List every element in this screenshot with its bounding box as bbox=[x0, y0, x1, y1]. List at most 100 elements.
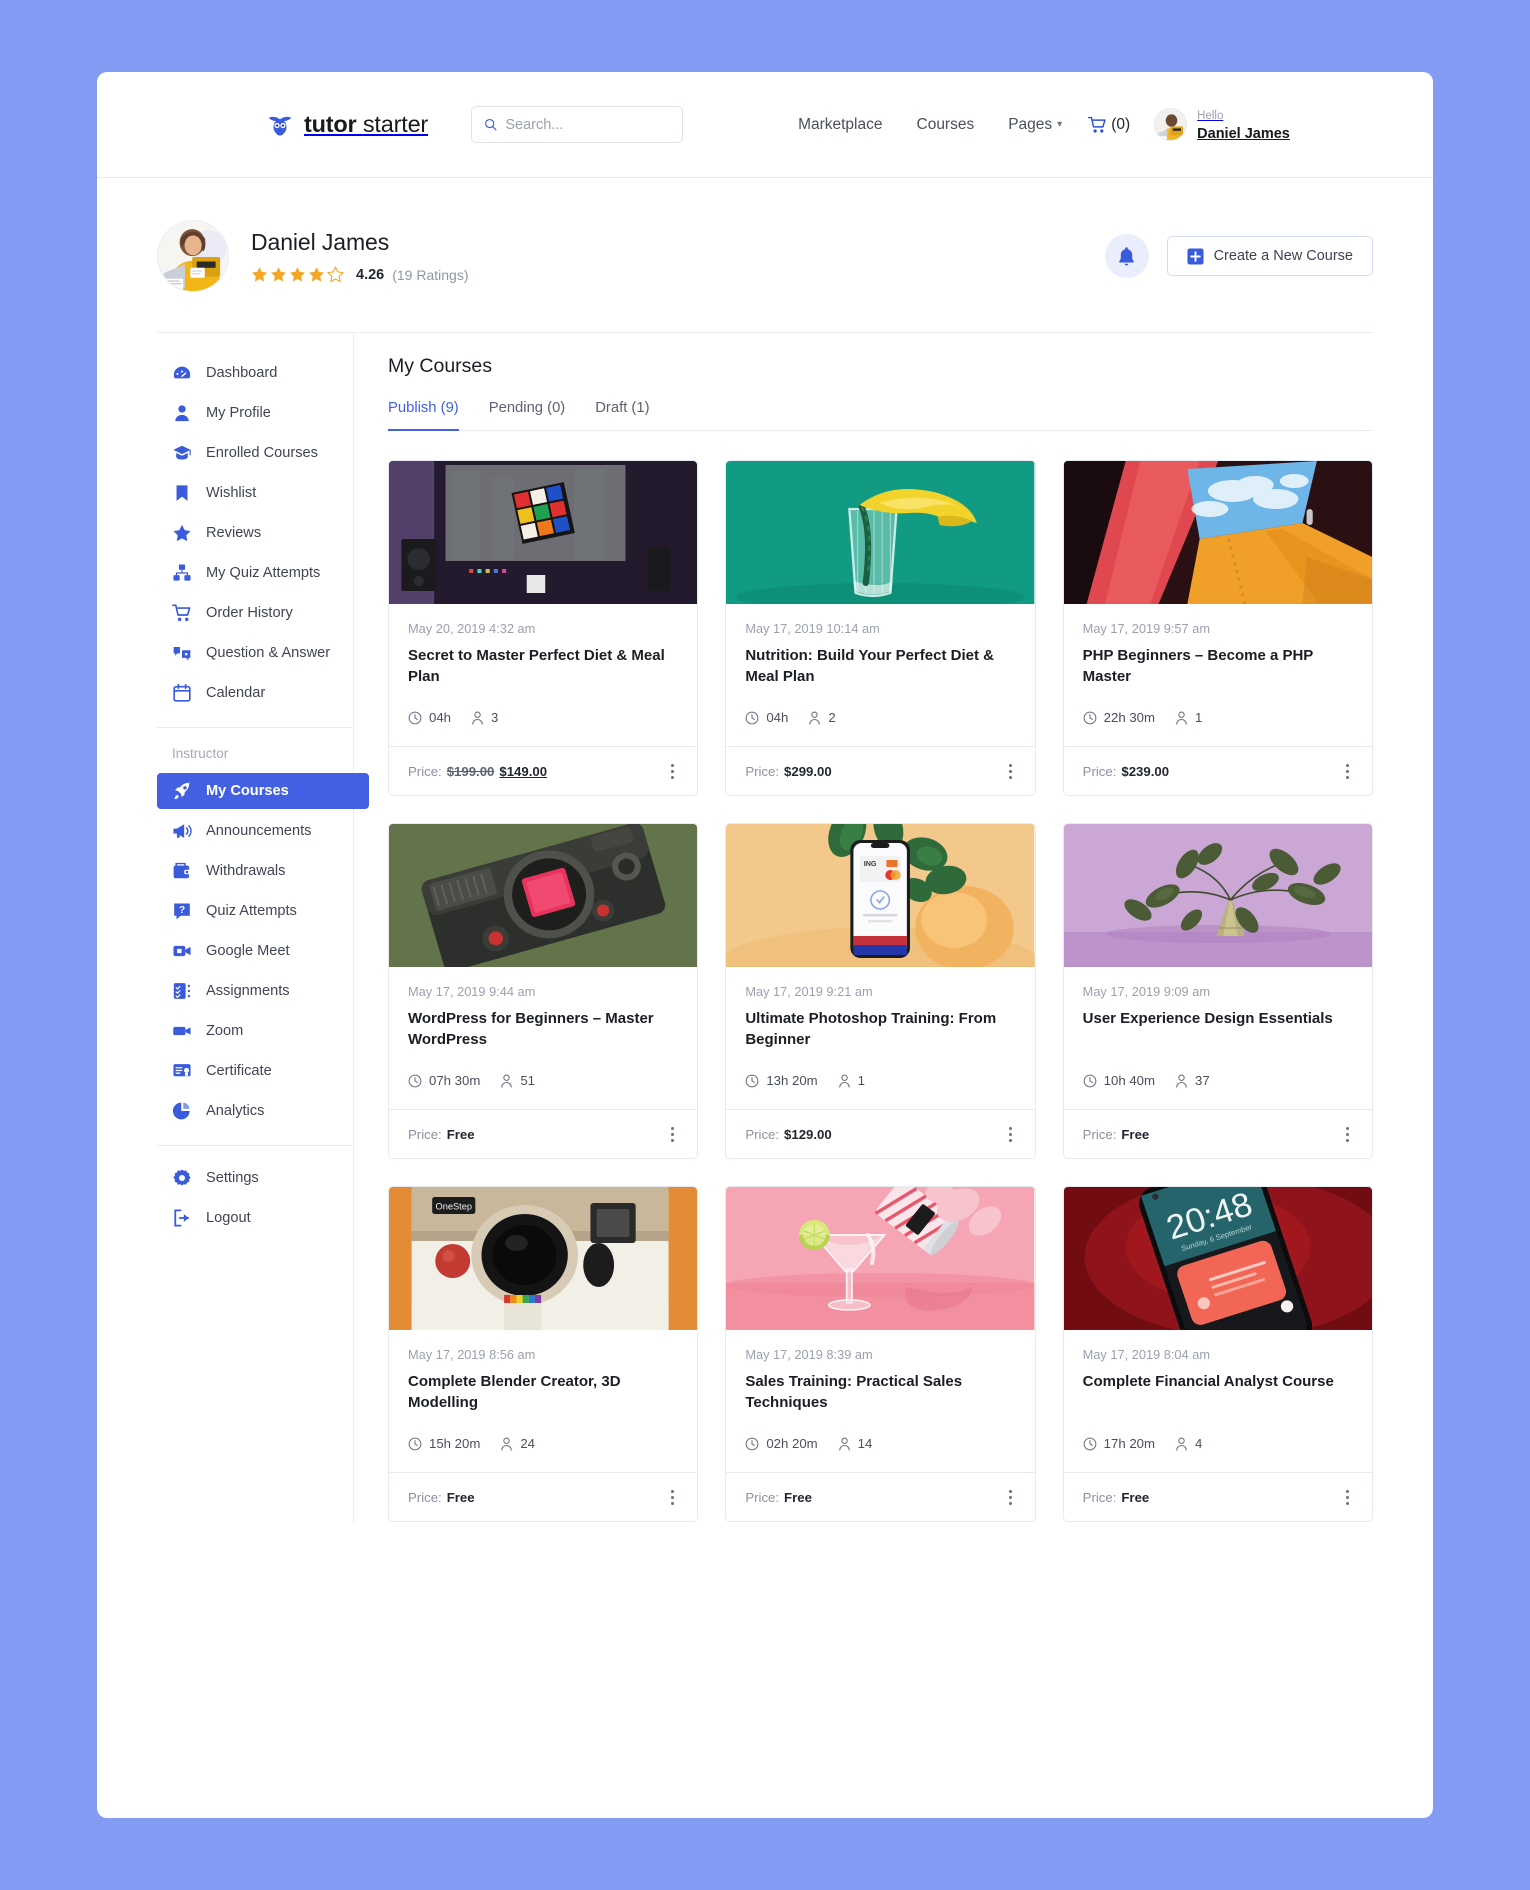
course-thumbnail[interactable]: ING bbox=[726, 824, 1035, 1007]
more-vertical-icon[interactable] bbox=[1342, 1484, 1353, 1511]
sidebar-item-enrolled-courses[interactable]: Enrolled Courses bbox=[157, 435, 353, 471]
course-thumbnail[interactable] bbox=[726, 461, 1035, 611]
price-label: Price: bbox=[745, 763, 780, 779]
course-status-tabs: Publish (9) Pending (0) Draft (1) bbox=[388, 400, 1373, 431]
course-thumbnail[interactable] bbox=[389, 824, 698, 971]
course-card[interactable]: May 17, 2019 9:09 am User Experience Desi… bbox=[1062, 823, 1373, 1159]
course-duration-text: 10h 40m bbox=[1103, 1073, 1155, 1088]
nav-pages[interactable]: Pages ▾ bbox=[1008, 116, 1062, 134]
price-value: $299.00 bbox=[784, 763, 832, 779]
more-vertical-icon[interactable] bbox=[1005, 1484, 1016, 1511]
sidebar-item-announcements[interactable]: Announcements bbox=[157, 813, 353, 849]
course-card[interactable]: OneStep May 17, 2019 8:56 am Complete Blen… bbox=[388, 1186, 699, 1522]
sidebar-item-order-history[interactable]: Order History bbox=[157, 595, 353, 631]
course-title[interactable]: Secret to Master Perfect Diet & Meal Pla… bbox=[408, 645, 678, 688]
star-icon-empty bbox=[327, 266, 344, 283]
course-thumbnail[interactable]: 20:48 Sunday, 6 September bbox=[1063, 1187, 1372, 1371]
sidebar-item-reviews[interactable]: Reviews bbox=[157, 515, 353, 551]
sidebar-item-logout[interactable]: Logout bbox=[157, 1200, 353, 1236]
course-thumbnail[interactable] bbox=[1063, 824, 1372, 967]
sidebar-item-dashboard[interactable]: Dashboard bbox=[157, 355, 353, 391]
course-date: May 20, 2019 4:32 am bbox=[408, 621, 536, 636]
course-card[interactable]: May 17, 2019 8:39 am Sales Training: Prac… bbox=[725, 1186, 1036, 1522]
quiz-grid-icon bbox=[173, 564, 191, 581]
tab-pending[interactable]: Pending (0) bbox=[489, 400, 566, 431]
course-thumbnail[interactable] bbox=[726, 1187, 1035, 1330]
course-title[interactable]: Ultimate Photoshop Training: From Beginn… bbox=[745, 1008, 1015, 1051]
brand-logo[interactable]: tutor starter bbox=[267, 111, 428, 138]
tab-draft[interactable]: Draft (1) bbox=[595, 400, 649, 431]
sidebar-item-question-answer[interactable]: Question & Answer bbox=[157, 635, 353, 671]
sidebar-label: Calendar bbox=[206, 685, 266, 701]
sidebar-item-quiz-attempts[interactable]: ? Quiz Attempts bbox=[157, 893, 353, 929]
course-student-count: 1 bbox=[857, 1073, 865, 1088]
course-title[interactable]: Nutrition: Build Your Perfect Diet & Mea… bbox=[745, 645, 1015, 688]
user-menu[interactable]: Hello Daniel James bbox=[1154, 106, 1290, 143]
course-duration: 10h 40m bbox=[1083, 1073, 1155, 1088]
course-card[interactable]: May 17, 2019 10:14 am Nutrition: Build Yo… bbox=[725, 460, 1036, 796]
sidebar-item-my-profile[interactable]: My Profile bbox=[157, 395, 353, 431]
course-meta: 22h 30m 1 bbox=[1083, 710, 1353, 725]
more-vertical-icon[interactable] bbox=[667, 758, 678, 785]
sidebar-item-certificate[interactable]: Certificate bbox=[157, 1053, 353, 1089]
course-card[interactable]: May 20, 2019 4:32 am Secret to Master Per… bbox=[388, 460, 699, 796]
profile-info: Daniel James 4.26 (19 Ratings) bbox=[251, 229, 469, 283]
course-title[interactable]: WordPress for Beginners – Master WordPre… bbox=[408, 1008, 678, 1051]
create-course-button[interactable]: Create a New Course bbox=[1166, 236, 1373, 276]
price-value: Free bbox=[446, 1489, 475, 1505]
star-rating bbox=[251, 266, 344, 283]
wallet-icon bbox=[173, 862, 191, 879]
course-title[interactable]: Complete Financial Analyst Course bbox=[1083, 1371, 1353, 1414]
nav-courses[interactable]: Courses bbox=[917, 116, 975, 134]
sidebar-item-zoom[interactable]: Zoom bbox=[157, 1013, 353, 1049]
more-vertical-icon[interactable] bbox=[1342, 1121, 1353, 1148]
sidebar-item-wishlist[interactable]: Wishlist bbox=[157, 475, 353, 511]
course-meta: 10h 40m 37 bbox=[1083, 1073, 1353, 1088]
course-card[interactable]: 20:48 Sunday, 6 September May 17, 2019 8:0… bbox=[1062, 1186, 1373, 1522]
sidebar-label: Quiz Attempts bbox=[206, 903, 297, 919]
course-price: Price: $299.00 bbox=[745, 764, 831, 779]
clock-icon bbox=[1083, 1437, 1097, 1450]
more-vertical-icon[interactable] bbox=[1005, 1121, 1016, 1148]
tab-publish[interactable]: Publish (9) bbox=[388, 400, 459, 431]
star-icon bbox=[173, 524, 191, 542]
sidebar-item-my-courses[interactable]: My Courses bbox=[157, 773, 369, 809]
cart-count: (0) bbox=[1111, 115, 1131, 133]
course-thumbnail[interactable] bbox=[1063, 461, 1372, 605]
nav-marketplace[interactable]: Marketplace bbox=[798, 116, 882, 134]
course-title[interactable]: User Experience Design Essentials bbox=[1083, 1008, 1353, 1051]
sidebar-item-assignments[interactable]: Assignments bbox=[157, 973, 353, 1009]
sidebar-item-calendar[interactable]: Calendar bbox=[157, 675, 353, 711]
course-thumbnail[interactable] bbox=[389, 461, 698, 604]
sidebar-item-settings[interactable]: Settings bbox=[157, 1160, 353, 1196]
cart-button[interactable]: (0) bbox=[1088, 116, 1130, 134]
more-vertical-icon[interactable] bbox=[667, 1484, 678, 1511]
more-vertical-icon[interactable] bbox=[667, 1121, 678, 1148]
price-value: $239.00 bbox=[1121, 763, 1170, 779]
course-students: 14 bbox=[838, 1436, 873, 1451]
course-card[interactable]: ING May 17, 2019 9:21 am Ultimate Photosho… bbox=[725, 823, 1036, 1159]
sidebar-item-google-meet[interactable]: Google Meet bbox=[157, 933, 353, 969]
sidebar-item-withdrawals[interactable]: Withdrawals bbox=[157, 853, 353, 889]
course-card[interactable]: May 17, 2019 9:57 am PHP Beginners – Beco… bbox=[1062, 460, 1373, 796]
nav-label: Pages bbox=[1008, 115, 1053, 133]
search-box[interactable] bbox=[471, 106, 684, 143]
course-thumbnail[interactable]: OneStep bbox=[389, 1187, 698, 1330]
course-title[interactable]: Sales Training: Practical Sales Techniqu… bbox=[745, 1371, 1015, 1414]
notifications-button[interactable] bbox=[1104, 234, 1149, 278]
sidebar-item-analytics[interactable]: Analytics bbox=[157, 1093, 353, 1129]
more-vertical-icon[interactable] bbox=[1342, 758, 1353, 785]
course-students: 1 bbox=[1175, 710, 1202, 725]
course-student-count: 14 bbox=[857, 1436, 873, 1451]
header-user-name: Daniel James bbox=[1197, 125, 1290, 142]
course-title[interactable]: Complete Blender Creator, 3D Modelling bbox=[408, 1371, 678, 1414]
sidebar-group-instructor: Instructor My Courses Announcements With… bbox=[157, 727, 369, 1145]
course-title[interactable]: PHP Beginners – Become a PHP Master bbox=[1083, 645, 1353, 688]
course-duration-text: 04h bbox=[429, 710, 452, 725]
more-vertical-icon[interactable] bbox=[1005, 758, 1016, 785]
sidebar-item-my-quiz-attempts[interactable]: My Quiz Attempts bbox=[157, 555, 353, 591]
course-card[interactable]: May 17, 2019 9:44 am WordPress for Beginn… bbox=[388, 823, 699, 1159]
course-student-count: 3 bbox=[491, 710, 499, 725]
search-input[interactable] bbox=[505, 116, 671, 133]
certificate-icon bbox=[173, 1064, 191, 1077]
